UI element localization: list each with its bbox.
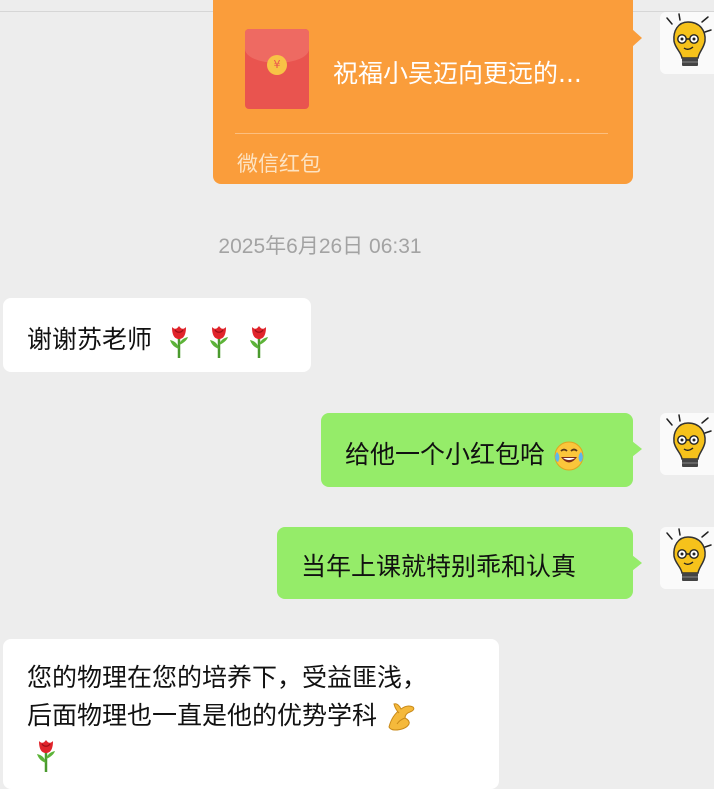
message-text: 谢谢苏老师 (27, 325, 153, 354)
rose-icon (164, 323, 194, 359)
lightbulb-face-icon (666, 528, 712, 581)
red-packet-message[interactable]: ¥ 祝福小吴迈向更远的... 微信红包 (213, 0, 642, 184)
rose-icon (244, 323, 274, 359)
bubble-tail (632, 441, 642, 457)
rose-icon (204, 323, 234, 359)
avatar[interactable] (660, 413, 714, 475)
lightbulb-face-icon (666, 414, 712, 467)
message-text: 给他一个小红包哈 (345, 440, 546, 469)
red-packet-title: 祝福小吴迈向更远的... (333, 59, 582, 88)
outgoing-message-bubble[interactable]: 给他一个小红包哈 (321, 413, 642, 487)
red-packet-divider (235, 133, 608, 134)
red-packet-label: 微信红包 (237, 152, 321, 176)
message-text: 当年上课就特别乖和认真 (301, 552, 577, 581)
message-text-line: 后面物理也一直是他的优势学科 (27, 701, 378, 730)
incoming-message-bubble[interactable]: 谢谢苏老师 (3, 298, 311, 372)
message-text-line: 您的物理在您的培养下，受益匪浅， (27, 663, 428, 692)
bubble-tail (632, 29, 642, 47)
rose-icon (31, 737, 61, 773)
lightbulb-face-icon (666, 13, 712, 66)
incoming-message-bubble[interactable]: 您的物理在您的培养下，受益匪浅， 后面物理也一直是他的优势学科 (3, 639, 499, 789)
coin-icon: ¥ (267, 55, 287, 75)
avatar[interactable] (660, 527, 714, 589)
ok-hand-icon (385, 701, 419, 733)
outgoing-message-bubble[interactable]: 当年上课就特别乖和认真 (277, 527, 642, 599)
red-envelope-icon: ¥ (245, 29, 309, 109)
avatar[interactable] (660, 12, 714, 74)
bubble-tail (632, 555, 642, 571)
rolling-laughing-emoji-icon (553, 440, 585, 472)
message-timestamp: 2025年6月26日 06:31 (218, 235, 422, 258)
